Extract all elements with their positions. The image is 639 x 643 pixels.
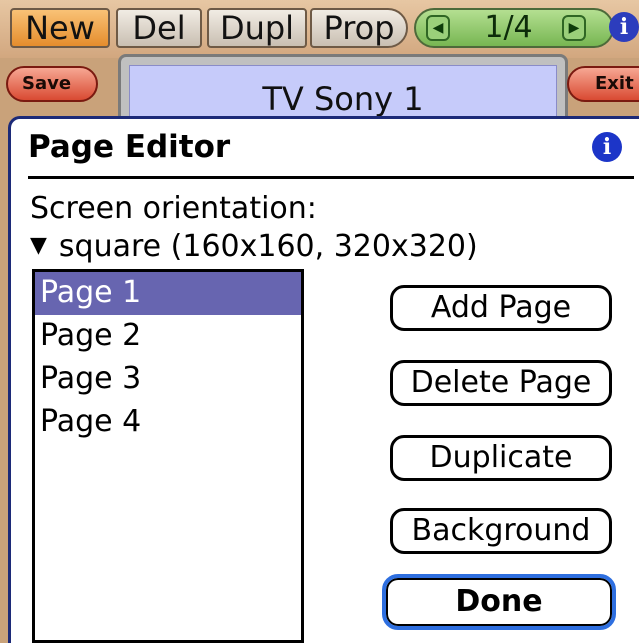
orientation-value: square (160x160, 320x320) [58,229,478,264]
duplicate-button[interactable]: Dupl [207,8,307,48]
delete-button[interactable]: Del [116,8,202,48]
page-navigator: ◀ 1/4 ▶ [414,8,614,48]
properties-button[interactable]: Prop [310,8,408,48]
dropdown-triangle-icon: ▼ [30,233,47,258]
dialog-title: Page Editor [28,129,231,165]
orientation-select[interactable]: ▼ square (160x160, 320x320) [30,229,478,264]
title-divider [28,176,634,179]
toolbar: New Del Dupl Prop ◀ 1/4 ▶ i [0,0,639,58]
list-item[interactable]: Page 1 [35,272,301,315]
new-button[interactable]: New [10,8,110,48]
exit-button[interactable]: Exit [567,66,639,102]
duplicate-page-button[interactable]: Duplicate [390,435,612,481]
next-page-icon[interactable]: ▶ [562,15,586,41]
orientation-label: Screen orientation: [30,191,317,226]
save-button[interactable]: Save [6,66,98,102]
background-button[interactable]: Background [390,508,612,554]
done-button[interactable]: Done [382,574,616,630]
info-icon[interactable]: i [609,12,639,42]
add-page-button[interactable]: Add Page [390,285,612,331]
page-counter: 1/4 [484,10,533,45]
list-item[interactable]: Page 2 [35,315,301,358]
previous-page-icon[interactable]: ◀ [426,15,450,41]
page-list[interactable]: Page 1 Page 2 Page 3 Page 4 [32,269,304,643]
list-item[interactable]: Page 4 [35,401,301,444]
list-item[interactable]: Page 3 [35,358,301,401]
info-icon[interactable]: i [592,132,622,162]
delete-page-button[interactable]: Delete Page [390,360,612,406]
page-editor-dialog: Page Editor i Screen orientation: ▼ squar… [8,116,639,643]
